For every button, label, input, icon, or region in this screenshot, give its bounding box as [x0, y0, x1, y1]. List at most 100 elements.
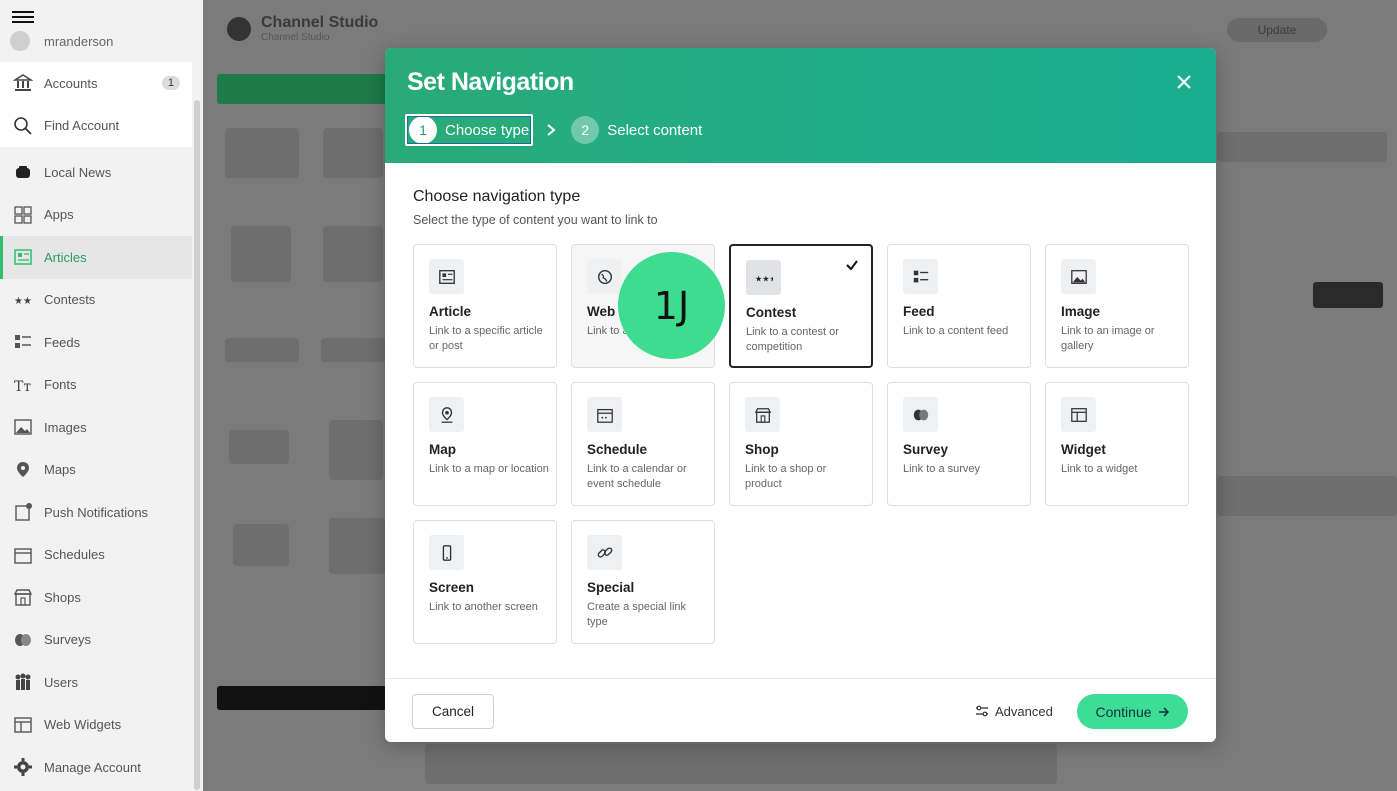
card-description: Link to a content feed: [903, 325, 1009, 337]
nav-type-card-map[interactable]: Map Link to a map or location: [413, 382, 557, 506]
contest-icon: ★★★: [746, 260, 781, 295]
news-icon: [12, 161, 34, 183]
card-title: Special: [587, 580, 635, 595]
sidebar-item-label: Surveys: [44, 632, 91, 648]
svg-text:Tт: Tт: [14, 379, 31, 395]
sidebar-item-push-notifications[interactable]: Push Notifications: [0, 491, 192, 534]
sidebar-item-schedules[interactable]: Schedules: [0, 534, 192, 577]
continue-label: Continue: [1095, 703, 1152, 720]
card-title: Image: [1061, 304, 1101, 319]
background-tile: [225, 338, 299, 362]
background-dark-button: [1313, 282, 1383, 308]
sidebar-item-label: Fonts: [44, 377, 77, 393]
nav-type-card-widget[interactable]: Widget Link to a widget: [1045, 382, 1189, 506]
step-select-content[interactable]: 2 Select content: [569, 114, 705, 146]
sidebar-item-label: Find Account: [44, 118, 120, 134]
card-description: Link to a shop or product: [745, 463, 827, 490]
step-choose-type[interactable]: 1 Choose type: [405, 114, 534, 146]
search-icon: [12, 115, 34, 137]
background-tile: [229, 430, 289, 464]
sidebar-item-fonts[interactable]: Tт Fonts: [0, 364, 192, 407]
card-title: Shop: [745, 442, 779, 457]
nav-type-card-special[interactable]: Special Create a special link type: [571, 520, 715, 644]
sidebar-item-label: Local News: [44, 164, 112, 180]
feed-icon: [12, 331, 34, 353]
sidebar-item-users[interactable]: Users: [0, 661, 192, 704]
update-button[interactable]: Update: [1227, 18, 1327, 42]
sidebar-scrollbar[interactable]: [194, 100, 200, 790]
card-description: Link to a calendar or event schedule: [587, 463, 687, 490]
card-description: Link to a survey: [903, 463, 981, 475]
sidebar-item-label: Accounts: [44, 75, 98, 91]
shop-icon: [12, 586, 34, 608]
sidebar-item-label: Maps: [44, 462, 76, 478]
sidebar-item-images[interactable]: Images: [0, 406, 192, 449]
feed-icon: [903, 259, 938, 294]
app-title: Channel Studio: [261, 14, 379, 31]
sidebar-item-accounts[interactable]: Accounts 1: [0, 62, 192, 105]
cancel-button[interactable]: Cancel: [412, 694, 494, 729]
card-title: Contest: [746, 305, 797, 320]
step-number: 2: [571, 116, 600, 144]
background-tile: [425, 744, 1057, 784]
sidebar-item-feeds[interactable]: Feeds: [0, 321, 192, 364]
sidebar-item-web-widgets[interactable]: Web Widgets: [0, 704, 192, 747]
sidebar-item-label: Articles: [44, 249, 87, 265]
sidebar-item-label: Apps: [44, 207, 74, 223]
card-description: Link to a map or location: [429, 463, 549, 475]
card-title: Map: [429, 442, 456, 457]
nav-type-card-article[interactable]: Article Link to a specific article or po…: [413, 244, 557, 368]
nav-type-card-feed[interactable]: Feed Link to a content feed: [887, 244, 1031, 368]
nav-type-card-survey[interactable]: Survey Link to a survey: [887, 382, 1031, 506]
arrow-right-icon: [1158, 706, 1169, 717]
sidebar-item-articles[interactable]: Articles: [0, 236, 192, 279]
gear-icon: [12, 756, 34, 778]
sidebar-item-apps[interactable]: Apps: [0, 194, 192, 237]
card-description: Create a special link type: [587, 601, 687, 628]
username: mranderson: [44, 33, 114, 49]
nav-type-card-shop[interactable]: Shop Link to a shop or product: [729, 382, 873, 506]
apps-grid-icon: [12, 204, 34, 226]
background-tile: [1217, 132, 1387, 162]
close-icon[interactable]: [1174, 72, 1194, 92]
contest-icon: ★★★: [12, 289, 34, 311]
calendar-icon: [12, 544, 34, 566]
card-title: Widget: [1061, 442, 1106, 457]
card-description: Link to a specific article or post: [429, 325, 543, 352]
background-tile: [233, 524, 289, 566]
sidebar-item-shops[interactable]: Shops: [0, 576, 192, 619]
sidebar-item-label: Shops: [44, 589, 81, 605]
background-tile: [329, 518, 385, 574]
sidebar-item-local-news[interactable]: Local News: [0, 151, 192, 194]
background-tile: [321, 338, 387, 362]
sidebar-item-label: Contests: [44, 292, 96, 308]
card-description: Link to another screen: [429, 601, 538, 613]
nav-type-card-contest[interactable]: ★★★ Contest Link to a contest or competi…: [729, 244, 873, 368]
nav-type-card-schedule[interactable]: Schedule Link to a calendar or event sch…: [571, 382, 715, 506]
sidebar-item-contests[interactable]: ★★★ Contests: [0, 279, 192, 322]
sidebar-item-find-account[interactable]: Find Account: [0, 105, 192, 148]
hamburger-menu-icon[interactable]: [12, 8, 34, 28]
sidebar-item-label: Feeds: [44, 334, 81, 350]
sidebar-item-maps[interactable]: Maps: [0, 449, 192, 492]
user-profile[interactable]: mranderson: [10, 30, 190, 52]
sidebar: mranderson Accounts 1 Find Account Local…: [0, 0, 203, 791]
bank-icon: [12, 72, 34, 94]
sidebar-item-surveys[interactable]: Surveys: [0, 619, 192, 662]
section-title: Choose navigation type: [413, 188, 581, 205]
nav-type-card-image[interactable]: Image Link to an image or gallery: [1045, 244, 1189, 368]
nav-type-card-screen[interactable]: Screen Link to another screen: [413, 520, 557, 644]
app-header: Channel Studio Channel Studio: [227, 14, 378, 43]
dialog-header: Set Navigation 1 Choose type 2 Select co…: [385, 48, 1216, 163]
image-icon: [12, 416, 34, 438]
background-tile: [329, 420, 383, 480]
sliders-icon: [976, 705, 988, 717]
continue-button[interactable]: Continue: [1077, 694, 1188, 729]
dialog-footer: Cancel Advanced Continue: [385, 678, 1216, 742]
link-icon: [587, 535, 622, 570]
stepper: 1 Choose type 2 Select content: [405, 114, 705, 146]
advanced-button[interactable]: Advanced: [975, 701, 1053, 721]
users-icon: [12, 671, 34, 693]
sidebar-item-label: Manage Account: [44, 759, 141, 775]
sidebar-item-manage-account[interactable]: Manage Account: [0, 746, 192, 789]
